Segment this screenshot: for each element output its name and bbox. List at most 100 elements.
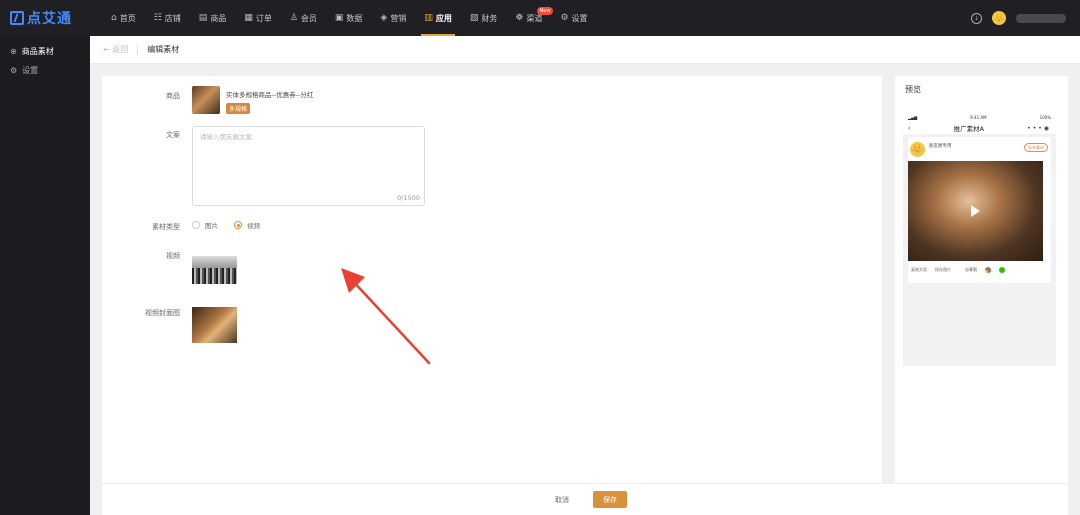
nav-item-2[interactable]: ▤ 商品 [190,0,236,36]
main-content: ← 返回 编辑素材 商品 实体多规格商品--优惠券--分红 多规格 文案 请输入… [90,36,1080,515]
wechat-icon [999,267,1005,273]
nav-item-7[interactable]: ▥ 应用 [415,0,461,36]
video-label: 视频 [166,252,180,260]
radio-label: 视频 [247,222,260,230]
app-icon: ▥ [424,13,433,23]
account-name: 朋友圈专用 [929,144,952,149]
logo-icon [10,11,24,25]
nav-item-3[interactable]: ▦ 订单 [235,0,281,36]
chevron-left-icon: ‹ [908,124,911,132]
post-video [908,161,1043,261]
nav-item-5[interactable]: ▣ 数据 [326,0,372,36]
user-area: ↓ 👑 [971,11,1080,25]
nav-item-label: 设置 [571,13,588,23]
product-image [192,86,220,114]
cancel-button[interactable]: 取消 [543,491,581,508]
post-card: 👑 朋友圈专用 发布素材 复制文案 保存图片 分享到 [908,137,1051,283]
nav-item-10[interactable]: ⚙ 设置 [551,0,596,36]
sidebar-item-1[interactable]: ⚙ 设置 [0,61,90,80]
page-title: 编辑素材 [147,45,180,54]
back-link[interactable]: ← 返回 [103,44,128,55]
download-icon[interactable]: ↓ [971,12,982,24]
product-tag: 多规格 [226,103,251,114]
copy-label: 文案 [166,131,180,139]
breadcrumb: ← 返回 编辑素材 [90,36,1080,64]
material-icon: ⊕ [10,47,17,56]
store-icon: ☷ [153,13,162,23]
nav-item-label: 订单 [255,13,272,23]
annotation-arrow [341,268,431,365]
signal-icon: ▂▄▆ [908,114,918,120]
copy-counter: 0/1500 [397,194,420,202]
publish-button: 发布素材 [1024,143,1048,152]
moments-icon [985,267,991,273]
home-icon: ⌂ [111,13,117,23]
radio-dot [192,221,200,229]
nav-item-label: 商品 [210,13,227,23]
product-name: 实体多规格商品--优惠券--分红 [226,91,314,99]
nav-item-9[interactable]: ☸ 渠道 New [506,0,554,36]
nav-item-label: 数据 [346,13,363,23]
status-time: 9:41 AM [970,114,987,120]
channel-icon: ☸ [515,13,524,23]
nav-item-1[interactable]: ☷ 店铺 [145,0,190,36]
type-radio-group: 图片 视频 [192,220,260,230]
share-label: 分享到 [965,267,977,272]
nav-item-label: 财务 [481,13,498,23]
cover-label: 视频封面图 [145,309,180,317]
avatar[interactable]: 👑 [992,11,1006,25]
nav-item-label: 营销 [390,13,407,23]
settings-icon: ⚙ [560,13,569,23]
breadcrumb-divider [137,44,139,55]
video-thumbnail[interactable] [192,256,237,284]
type-label: 素材类型 [152,223,180,231]
capsule-menu-icon: •••◉ [1027,124,1051,132]
phone-status-bar: ▂▄▆ 9:41 AM 100% [903,112,1056,122]
phone-nav-bar: ‹ 推广素材A •••◉ [903,122,1056,134]
preview-panel: 预览 ▂▄▆ 9:41 AM 100% ‹ 推广素材A •••◉ 👑 朋友圈专用… [895,76,1068,483]
form-card: 商品 实体多规格商品--优惠券--分红 多规格 文案 请输入朋友圈文案 0/15… [102,76,882,483]
crown-avatar-icon: 👑 [910,142,925,157]
preview-title: 预览 [905,85,921,94]
footer-actions: 取消 保存 [102,483,1068,515]
copy-text-action: 复制文案 [911,267,927,272]
finance-icon: ▧ [469,13,479,23]
sidebar-item-label: 商品素材 [21,47,54,56]
sidebar-item-0[interactable]: ⊕ 商品素材 [0,42,90,61]
member-icon: ♙ [289,13,298,23]
sidebar: ⊕ 商品素材 ⚙ 设置 [0,36,90,515]
copy-placeholder: 请输入朋友圈文案 [200,133,252,141]
nav-item-label: 首页 [119,13,136,23]
save-button[interactable]: 保存 [593,491,627,508]
logo[interactable]: 点艾通 [0,0,90,36]
settings-icon: ⚙ [10,66,18,75]
radio-image[interactable]: 图片 [192,220,218,230]
nav-item-4[interactable]: ♙ 会员 [281,0,326,36]
status-battery: 100% [1039,114,1051,120]
copy-textarea[interactable]: 请输入朋友圈文案 0/1500 [192,126,425,206]
main-nav: ⌂ 首页 ☷ 店铺 ▤ 商品 ▦ 订单 ♙ 会员 ▣ 数据 ◈ 营销 ▥ 应用 ▧ 财务 ☸ 渠道 New ⚙ 设置 [102,0,597,36]
nav-item-0[interactable]: ⌂ 首页 [102,0,145,36]
post-actions: 复制文案 保存图片 分享到 [911,267,1040,273]
phone-preview: ▂▄▆ 9:41 AM 100% ‹ 推广素材A •••◉ 👑 朋友圈专用 发布… [903,112,1056,366]
logo-text: 点艾通 [27,11,72,27]
nav-item-6[interactable]: ◈ 营销 [371,0,415,36]
radio-label: 图片 [205,222,218,230]
product-label: 商品 [166,92,180,100]
data-icon: ▣ [334,13,344,23]
phone-page-title: 推广素材A [953,125,985,133]
nav-item-label: 店铺 [164,13,181,23]
goods-icon: ▤ [198,13,208,23]
username-blurred[interactable] [1016,13,1066,23]
tag-icon: ◈ [380,13,388,23]
nav-item-8[interactable]: ▧ 财务 [461,0,507,36]
nav-item-label: 会员 [300,13,317,23]
top-nav-bar: 点艾通 ⌂ 首页 ☷ 店铺 ▤ 商品 ▦ 订单 ♙ 会员 ▣ 数据 ◈ 营销 ▥ 应用 ▧ 财务 ☸ 渠道 New ⚙ 设置… [0,0,1080,36]
play-icon [971,205,980,217]
nav-item-label: 应用 [435,13,452,23]
radio-dot [234,221,242,229]
sidebar-item-label: 设置 [22,66,39,75]
radio-video[interactable]: 视频 [234,220,260,230]
save-image-action: 保存图片 [935,267,951,272]
cover-thumbnail[interactable] [192,307,237,343]
